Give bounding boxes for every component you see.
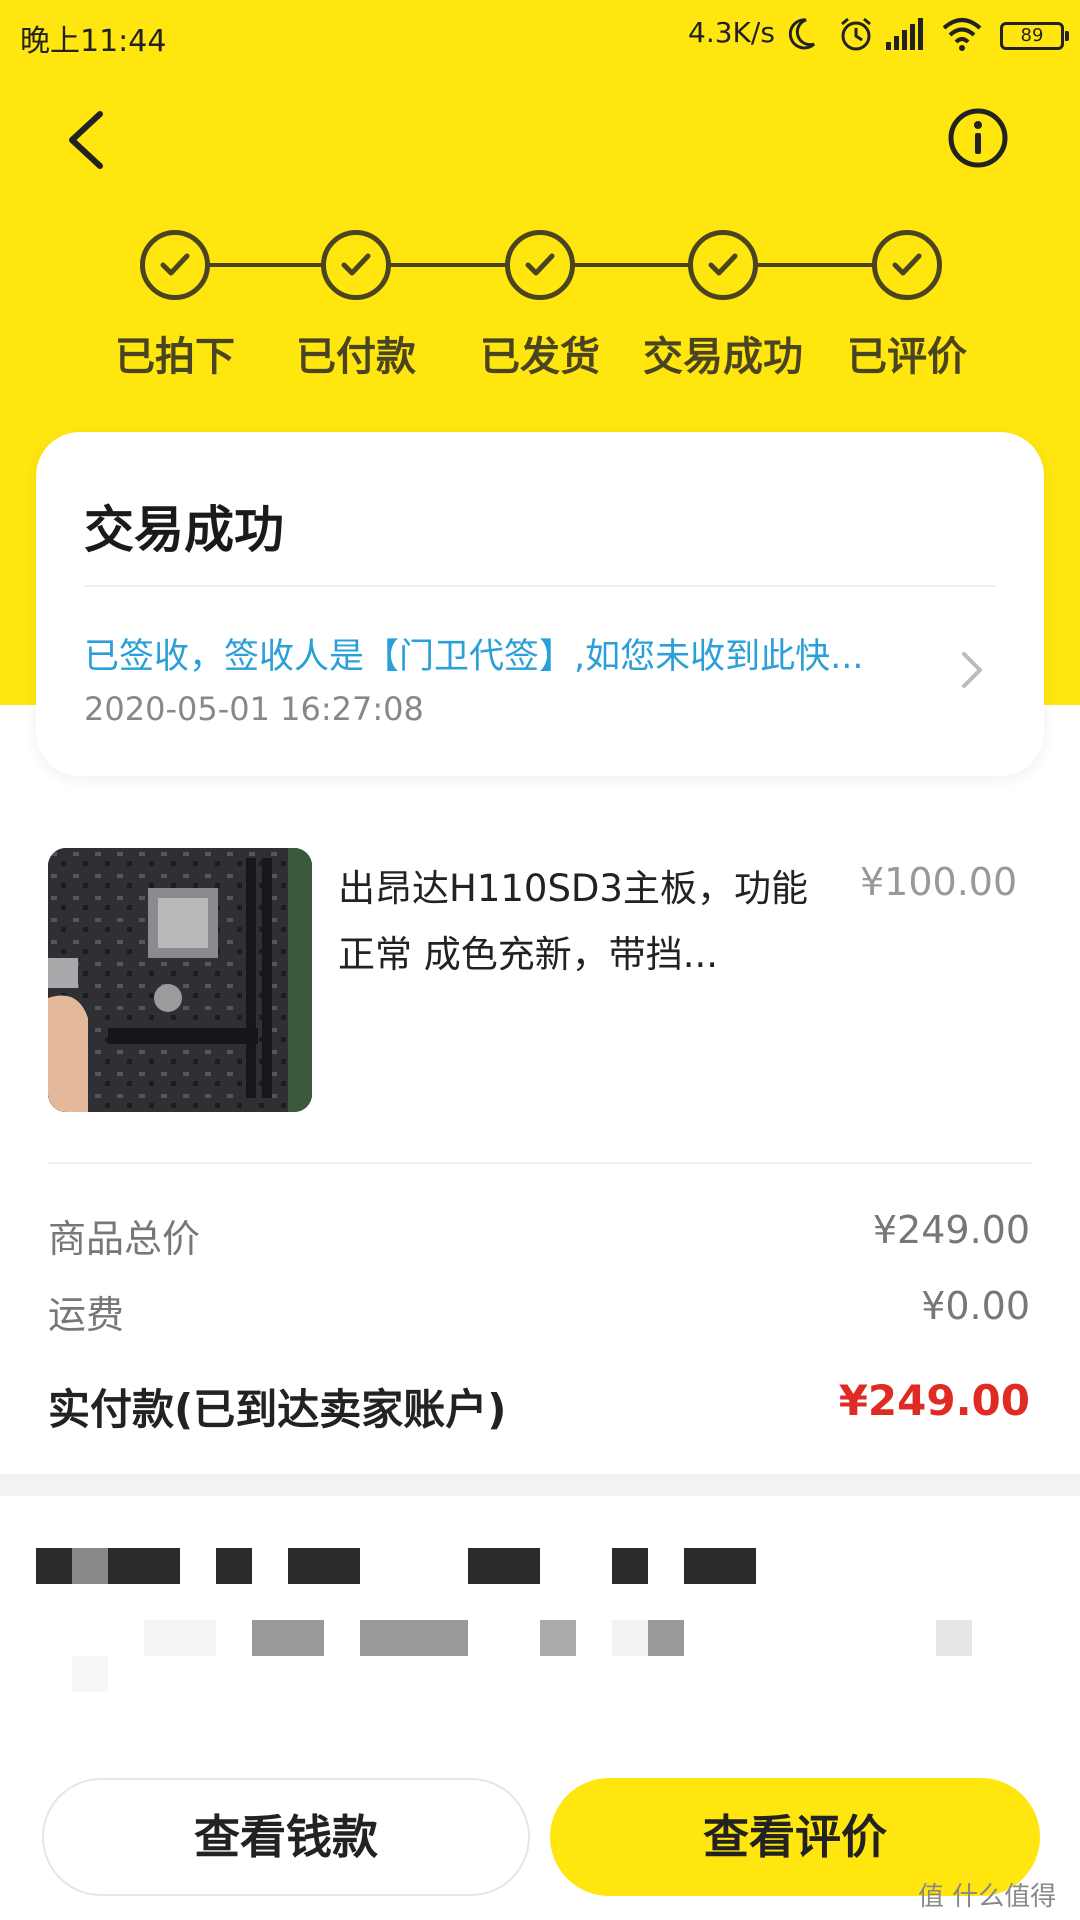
step-label: 交易成功 [643, 334, 803, 380]
paid-amount-label: 实付款(已到达卖家账户) [48, 1385, 507, 1434]
product-price: ¥100.00 [860, 860, 1018, 904]
step-label: 已发货 [480, 334, 600, 380]
card-divider [84, 585, 996, 587]
info-circle-icon [948, 108, 1008, 168]
watermark-text: 值 什么值得买 [918, 1882, 1057, 1920]
goods-total-label: 商品总价 [48, 1217, 201, 1261]
redacted-info-block [0, 1496, 1080, 1776]
chevron-right-icon[interactable] [956, 648, 986, 696]
product-divider [48, 1162, 1032, 1164]
view-funds-button[interactable]: 查看钱款 [42, 1778, 530, 1896]
step-check-icon [872, 230, 942, 300]
goods-total-value: ¥249.00 [872, 1208, 1030, 1252]
order-status-title: 交易成功 [84, 501, 284, 559]
step-check-icon [140, 230, 210, 300]
back-button[interactable] [56, 100, 116, 180]
moon-icon [784, 14, 820, 58]
step-check-icon [321, 230, 391, 300]
wifi-icon [940, 14, 984, 58]
signal-icon [884, 14, 928, 58]
product-thumbnail[interactable] [48, 848, 312, 1112]
status-bar: 晚上11:44 4.3K/s 89 [0, 0, 1080, 72]
product-title[interactable]: 出昂达H110SD3主板，功能正常 成色充新，带挡... [338, 856, 818, 988]
step-check-icon [505, 230, 575, 300]
step-label: 已评价 [847, 334, 967, 380]
step-label: 已付款 [296, 334, 416, 380]
shipping-value: ¥0.00 [921, 1284, 1030, 1328]
paid-amount-value: ¥249.00 [838, 1376, 1030, 1425]
section-separator [0, 1474, 1080, 1496]
info-button[interactable] [946, 106, 1010, 170]
logistics-time: 2020-05-01 16:27:08 [84, 690, 424, 728]
shipping-label: 运费 [48, 1293, 125, 1337]
alarm-icon [836, 14, 876, 58]
order-status-card: 交易成功 已签收，签收人是【门卫代签】,如您未收到此快... 2020-05-0… [36, 432, 1044, 776]
step-label: 已拍下 [115, 334, 235, 380]
logistics-info-link[interactable]: 已签收，签收人是【门卫代签】,如您未收到此快... [84, 628, 864, 679]
network-speed: 4.3K/s [688, 16, 775, 49]
status-time: 晚上11:44 [20, 24, 167, 59]
battery-indicator: 89 [1000, 22, 1069, 50]
chevron-left-icon [69, 111, 103, 169]
step-check-icon [688, 230, 758, 300]
